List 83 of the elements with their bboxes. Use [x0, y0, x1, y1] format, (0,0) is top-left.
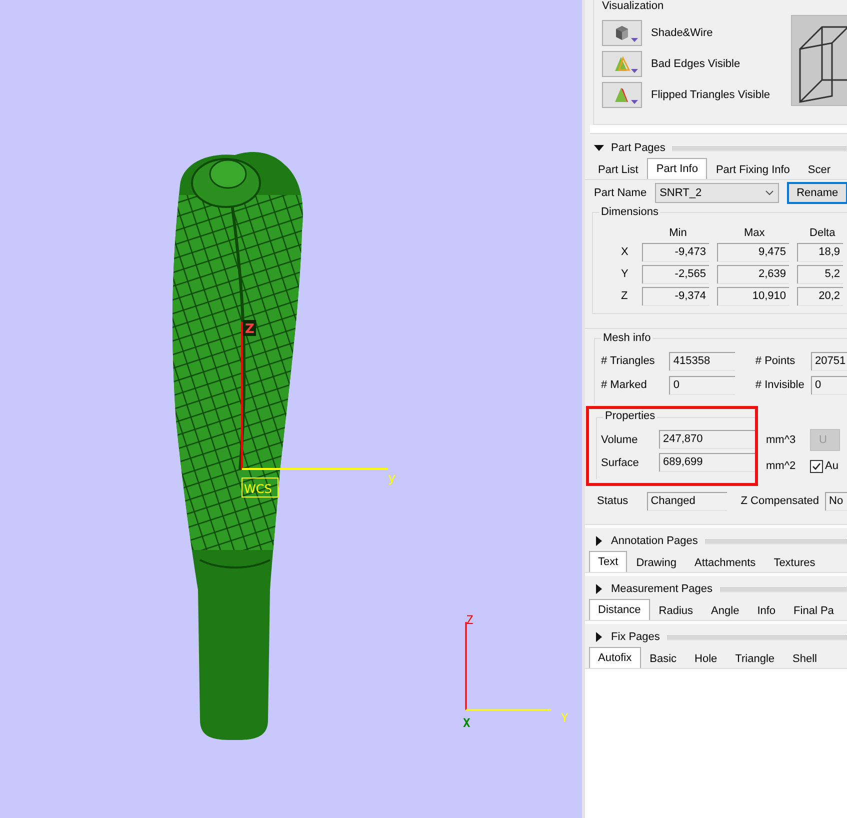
- axis-label: Y: [561, 711, 568, 725]
- 3d-viewport[interactable]: Z y WCS Z X Y: [0, 0, 582, 818]
- section-title: Annotation Pages: [611, 534, 698, 548]
- field-label: Part Name: [594, 186, 647, 200]
- value-field: -2,565: [642, 264, 709, 284]
- expand-arrow-icon[interactable]: [594, 536, 604, 546]
- tab[interactable]: Drawing: [627, 553, 686, 572]
- section-title: Measurement Pages: [611, 582, 712, 596]
- option-label: Bad Edges Visible: [651, 56, 740, 70]
- tab[interactable]: Final Pa: [784, 601, 843, 620]
- value-field: 5,2: [797, 264, 843, 284]
- tab[interactable]: Distance: [589, 599, 650, 620]
- value-field: -9,473: [642, 242, 709, 262]
- expand-arrow-icon[interactable]: [594, 584, 604, 594]
- value-field: No: [825, 492, 847, 510]
- tab[interactable]: Part Info: [647, 158, 707, 179]
- tab[interactable]: Text: [589, 551, 628, 572]
- rename-button[interactable]: Rename: [786, 182, 847, 204]
- option-label: Shade&Wire: [651, 26, 713, 40]
- axis-label: X: [463, 716, 470, 730]
- tab[interactable]: Hole: [686, 649, 726, 668]
- field-label: # Points: [755, 354, 796, 368]
- value-field: 689,699: [659, 453, 755, 472]
- tab[interactable]: Triangle: [726, 649, 784, 668]
- section-title: Part Pages: [611, 141, 666, 155]
- field-label: Status: [597, 494, 630, 508]
- field-label: Volume: [601, 432, 639, 446]
- value-field: 0: [669, 376, 736, 394]
- tab[interactable]: Radius: [650, 601, 702, 620]
- value-field: 20,2: [797, 286, 843, 306]
- part-name-dropdown[interactable]: SNRT_2: [654, 183, 779, 203]
- axis-label: Z: [621, 289, 629, 303]
- column-header: Min: [668, 226, 688, 240]
- checkbox-label: Au: [825, 459, 838, 473]
- tab[interactable]: Basic: [640, 649, 686, 668]
- unit-label: mm^2: [766, 459, 797, 473]
- column-header: Delta: [808, 226, 836, 240]
- field-label: # Triangles: [601, 354, 656, 368]
- view-cube-preview[interactable]: [791, 15, 847, 106]
- tab[interactable]: Textures: [764, 553, 824, 572]
- collapse-arrow-icon[interactable]: [594, 143, 604, 153]
- field-label: Surface: [601, 456, 640, 470]
- axis-label: X: [621, 245, 630, 259]
- tab[interactable]: Info: [748, 601, 785, 620]
- option-label: Flipped Triangles Visible: [651, 88, 770, 102]
- axis-label: Y: [621, 267, 630, 281]
- tab[interactable]: Scer: [798, 160, 840, 179]
- tab[interactable]: Part List: [589, 160, 648, 179]
- value-field: 9,475: [717, 242, 789, 262]
- value-field: 20751: [811, 352, 847, 370]
- field-label: # Marked: [601, 378, 648, 392]
- view-mode-button[interactable]: [602, 20, 642, 46]
- tab[interactable]: Shell: [784, 649, 826, 668]
- group-title: Properties: [603, 410, 658, 423]
- field-label: Z Compensated: [740, 494, 819, 508]
- triangle-icon: [612, 54, 632, 72]
- value-field: 247,870: [659, 430, 755, 449]
- expand-arrow-icon[interactable]: [594, 632, 604, 642]
- origin-label: WCS: [244, 482, 272, 496]
- unit-label: mm^3: [766, 433, 797, 447]
- dropdown-caret-icon: [631, 68, 638, 72]
- tab[interactable]: Autofix: [589, 647, 641, 668]
- chevron-down-icon: [764, 190, 774, 196]
- axis-label: Z: [245, 322, 254, 337]
- value-field: 10,910: [717, 286, 789, 306]
- value-field: 415358: [669, 352, 736, 370]
- dropdown-caret-icon: [631, 38, 638, 42]
- axis-label: Z: [466, 613, 474, 627]
- value-field: 0: [811, 376, 847, 394]
- view-mode-button[interactable]: [602, 82, 642, 108]
- axis-label: y: [388, 471, 396, 486]
- dropdown-caret-icon: [631, 100, 638, 104]
- tab[interactable]: Attachments: [686, 553, 765, 572]
- tab[interactable]: Angle: [702, 601, 748, 620]
- value-field: 18,9: [797, 242, 843, 262]
- status-field: Changed: [646, 492, 727, 510]
- auto-checkbox[interactable]: [810, 460, 823, 472]
- tab[interactable]: Part Fixing Info: [706, 160, 799, 179]
- column-header: Max: [742, 226, 766, 240]
- field-label: # Invisible: [755, 378, 805, 392]
- value-field: 2,639: [717, 264, 789, 284]
- section-title: Fix Pages: [611, 630, 660, 644]
- value-field: -9,374: [642, 286, 709, 306]
